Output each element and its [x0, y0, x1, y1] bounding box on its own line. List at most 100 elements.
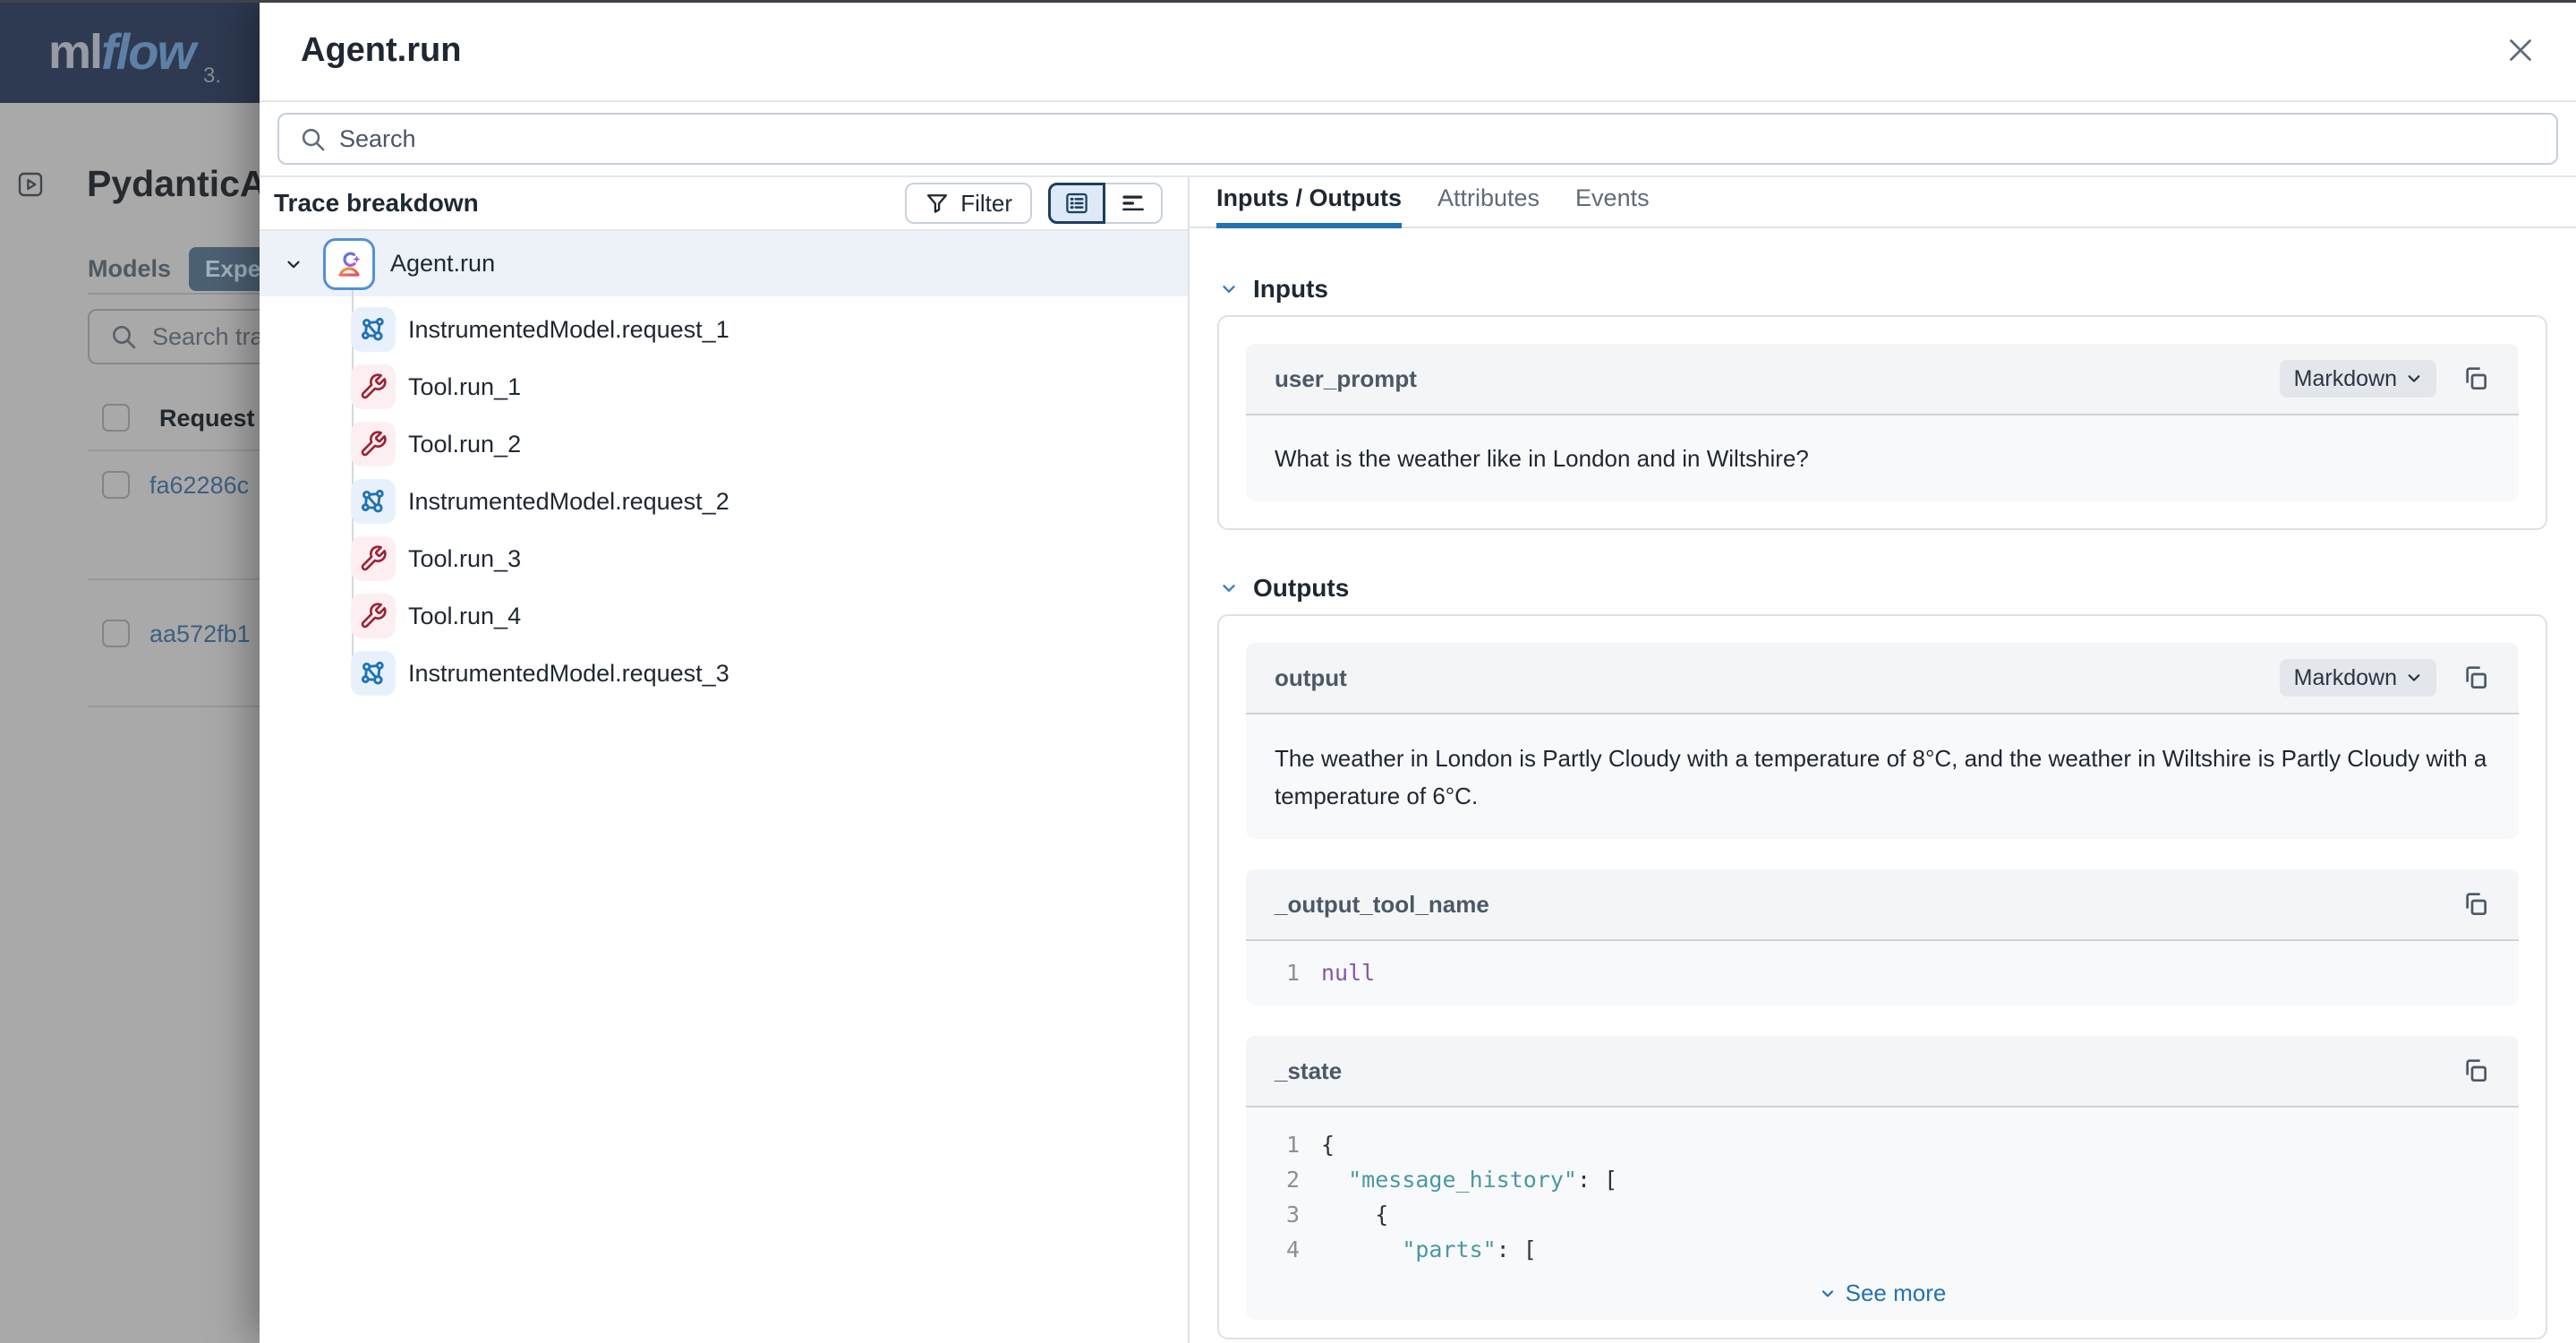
tool-span-icon-box: [351, 364, 396, 409]
tab-inputs-outputs[interactable]: Inputs / Outputs: [1216, 184, 1402, 227]
outputs-container: output Markdown The weather in London is…: [1217, 614, 2547, 1339]
code-line: 4 "parts": [: [1273, 1232, 2492, 1267]
sidebar-expand-icon[interactable]: [16, 170, 45, 199]
tree-row-instrumentedmodel-request-3[interactable]: InstrumentedModel.request_3: [260, 645, 1188, 702]
mlflow-logo-ml: ml: [48, 24, 101, 80]
tree-row-tool-run-4[interactable]: Tool.run_4: [260, 587, 1188, 645]
copy-icon[interactable]: [2461, 890, 2490, 919]
code-line: 2 "message_history": [: [1273, 1162, 2492, 1197]
table-divider: [88, 449, 260, 451]
tab-attributes[interactable]: Attributes: [1437, 184, 1540, 227]
chevron-down-icon: [1819, 1285, 1837, 1303]
format-select-value: Markdown: [2294, 366, 2397, 392]
inputs-heading-label: Inputs: [1253, 275, 1328, 304]
tree-row-instrumentedmodel-request-2[interactable]: InstrumentedModel.request_2: [260, 473, 1188, 530]
trace-request-link[interactable]: aa572fb1: [149, 620, 251, 648]
detail-tabs: Inputs / Outputs Attributes Events: [1190, 177, 2576, 228]
tool-wrench-icon: [359, 544, 388, 573]
inputs-container: user_prompt Markdown What is the weather…: [1217, 315, 2547, 530]
close-icon[interactable]: [2504, 34, 2537, 66]
format-select[interactable]: Markdown: [2280, 659, 2436, 697]
table-divider: [88, 706, 260, 707]
tree-row-instrumentedmodel-request-1[interactable]: InstrumentedModel.request_1: [260, 301, 1188, 358]
format-select[interactable]: Markdown: [2280, 360, 2436, 398]
tabs-divider: [88, 293, 260, 295]
tree-view-button[interactable]: [1048, 183, 1105, 224]
window-top-edge: [0, 0, 2576, 3]
span-label: Tool.run_4: [408, 603, 521, 630]
tool-wrench-icon: [359, 602, 388, 630]
modal-title: Agent.run: [301, 31, 2504, 70]
outputs-section-heading[interactable]: Outputs: [1219, 574, 2547, 603]
timeline-view-button[interactable]: [1105, 183, 1163, 224]
model-graph-icon: [359, 487, 388, 516]
state-card-header: _state: [1246, 1036, 2519, 1108]
output-card: output Markdown The weather in London is…: [1246, 643, 2519, 839]
filter-funnel-icon: [925, 191, 950, 216]
field-key: _output_tool_name: [1275, 891, 2461, 919]
mlflow-logo-flow: flow: [101, 22, 194, 81]
trace-breakdown-panel: Trace breakdown Filter: [260, 177, 1190, 1343]
tab-events[interactable]: Events: [1575, 184, 1650, 227]
app-header: mlflow 3.: [0, 0, 260, 103]
tab-models[interactable]: Models: [88, 255, 171, 283]
tool-span-icon-box: [351, 536, 396, 581]
trace-detail-modal: Agent.run Search Trace breakdown Filter: [260, 0, 2576, 1343]
field-key: user_prompt: [1275, 365, 2280, 393]
code-line: 1null: [1273, 955, 2492, 990]
format-select-value: Markdown: [2294, 665, 2397, 691]
code-viewer[interactable]: 1null: [1246, 941, 2519, 1005]
filter-button-label: Filter: [960, 190, 1012, 218]
tab-experiments[interactable]: Experim: [189, 247, 260, 291]
tool-wrench-icon: [359, 372, 388, 401]
see-more-button[interactable]: See more: [1246, 1272, 2519, 1320]
chevron-down-icon[interactable]: [284, 254, 303, 274]
tree-row-tool-run-1[interactable]: Tool.run_1: [260, 358, 1188, 415]
field-key: _state: [1275, 1057, 2461, 1085]
field-value: What is the weather like in London and i…: [1246, 415, 2519, 501]
model-span-icon-box: [351, 479, 396, 524]
select-all-checkbox[interactable]: [102, 404, 130, 432]
model-span-icon-box: [351, 307, 396, 352]
experiment-tabs: Models Experim: [88, 247, 260, 291]
chevron-down-icon[interactable]: [1219, 578, 1239, 598]
tree-children: InstrumentedModel.request_1 Tool.run_1 Too…: [260, 296, 1188, 702]
row-checkbox[interactable]: [102, 620, 130, 647]
request-column-header: Request: [159, 405, 255, 432]
span-label: Tool.run_1: [408, 373, 521, 401]
code-viewer[interactable]: 1{2 "message_history": [3 {4 "parts": [: [1246, 1108, 2519, 1267]
experiment-title: PydanticA: [87, 163, 260, 205]
field-value: The weather in London is Partly Cloudy w…: [1246, 714, 2519, 839]
span-detail-panel: Inputs / Outputs Attributes Events Input…: [1190, 177, 2576, 1343]
tool-span-icon-box: [351, 594, 396, 638]
inputs-section-heading[interactable]: Inputs: [1219, 275, 2547, 304]
span-label: InstrumentedModel.request_1: [408, 316, 729, 344]
search-traces-input[interactable]: Search tra: [88, 309, 260, 364]
modal-header: Agent.run: [260, 0, 2576, 102]
span-search-input[interactable]: Search: [277, 113, 2558, 165]
row-checkbox[interactable]: [102, 471, 130, 499]
trace-breakdown-header: Trace breakdown Filter: [260, 177, 1188, 231]
copy-icon[interactable]: [2461, 1056, 2490, 1085]
trace-request-link[interactable]: fa62286c: [149, 472, 249, 500]
tree-row-agent-run[interactable]: Agent.run: [260, 231, 1188, 296]
modal-search-row: Search: [260, 102, 2576, 177]
see-more-label: See more: [1846, 1279, 1947, 1307]
tree-row-tool-run-3[interactable]: Tool.run_3: [260, 530, 1188, 587]
trace-breakdown-title: Trace breakdown: [274, 189, 905, 218]
copy-icon[interactable]: [2461, 663, 2490, 692]
code-line: 3 {: [1273, 1197, 2492, 1232]
background-page: mlflow 3. PydanticA Models Experim Searc…: [0, 0, 260, 1343]
span-label: Tool.run_2: [408, 431, 521, 458]
gantt-view-icon: [1120, 190, 1147, 217]
outputs-heading-label: Outputs: [1253, 574, 1349, 603]
filter-button[interactable]: Filter: [905, 183, 1032, 224]
output-tool-name-card-header: _output_tool_name: [1246, 869, 2519, 941]
span-tree: Agent.run InstrumentedModel.request_1 Too…: [260, 231, 1188, 702]
search-traces-placeholder: Search tra: [152, 323, 260, 351]
view-mode-toggle: [1048, 183, 1163, 224]
tree-row-tool-run-2[interactable]: Tool.run_2: [260, 415, 1188, 473]
code-line: 1{: [1273, 1127, 2492, 1162]
chevron-down-icon[interactable]: [1219, 279, 1239, 299]
copy-icon[interactable]: [2461, 364, 2490, 393]
